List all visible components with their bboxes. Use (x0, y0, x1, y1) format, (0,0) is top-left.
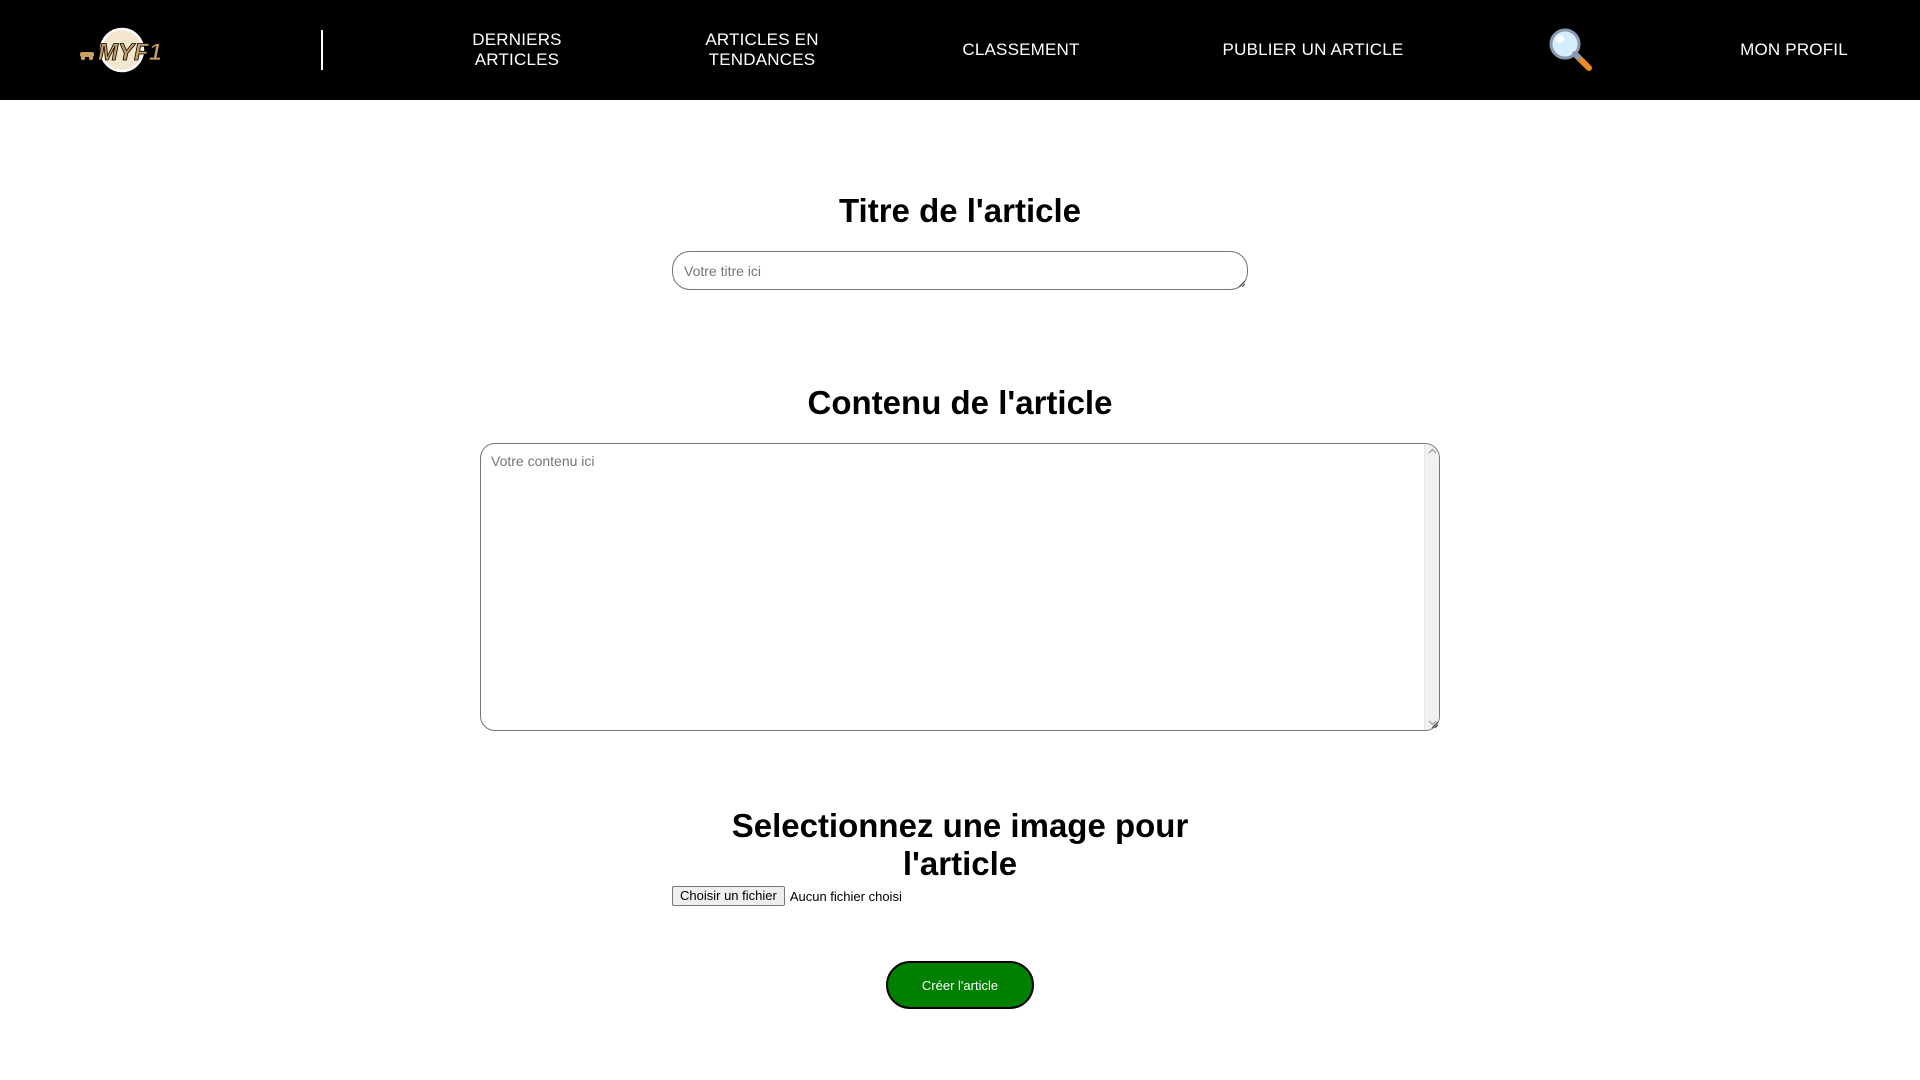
top-navbar: MYF1 DERNIERS ARTICLES ARTICLES EN TENDA… (0, 0, 1920, 100)
article-content-textarea[interactable] (481, 444, 1425, 730)
search-icon[interactable] (1546, 26, 1594, 74)
article-content-heading: Contenu de l'article (807, 384, 1113, 421)
article-content-box (480, 443, 1440, 731)
file-input: Choisir un fichier Aucun fichier choisi (672, 886, 902, 906)
scroll-down-arrow-icon[interactable] (1425, 715, 1439, 730)
article-image-heading: Selectionnez une image pour l'article (731, 807, 1189, 882)
nav-link-trending-articles[interactable]: ARTICLES EN TENDANCES (692, 0, 832, 100)
logo-icon: MYF1 (80, 27, 162, 73)
nav-link-publish-article[interactable]: PUBLIER UN ARTICLE (1203, 0, 1423, 100)
content-scrollbar[interactable] (1424, 444, 1439, 730)
file-status-text: Aucun fichier choisi (789, 888, 902, 904)
nav-link-latest-articles[interactable]: DERNIERS ARTICLES (447, 0, 587, 100)
scroll-up-arrow-icon[interactable] (1425, 444, 1439, 459)
myf1-logo[interactable]: MYF1 (78, 26, 172, 74)
nav-divider (321, 30, 323, 70)
choose-file-button[interactable]: Choisir un fichier (672, 886, 785, 906)
nav-link-my-profile[interactable]: MON PROFIL (1714, 0, 1874, 100)
create-article-button[interactable]: Créer l'article (886, 961, 1034, 1009)
article-title-heading: Titre de l'article (838, 192, 1081, 229)
nav-link-ranking[interactable]: CLASSEMENT (936, 0, 1106, 100)
article-title-input[interactable] (672, 251, 1248, 290)
logo-text: MYF1 (98, 39, 162, 66)
